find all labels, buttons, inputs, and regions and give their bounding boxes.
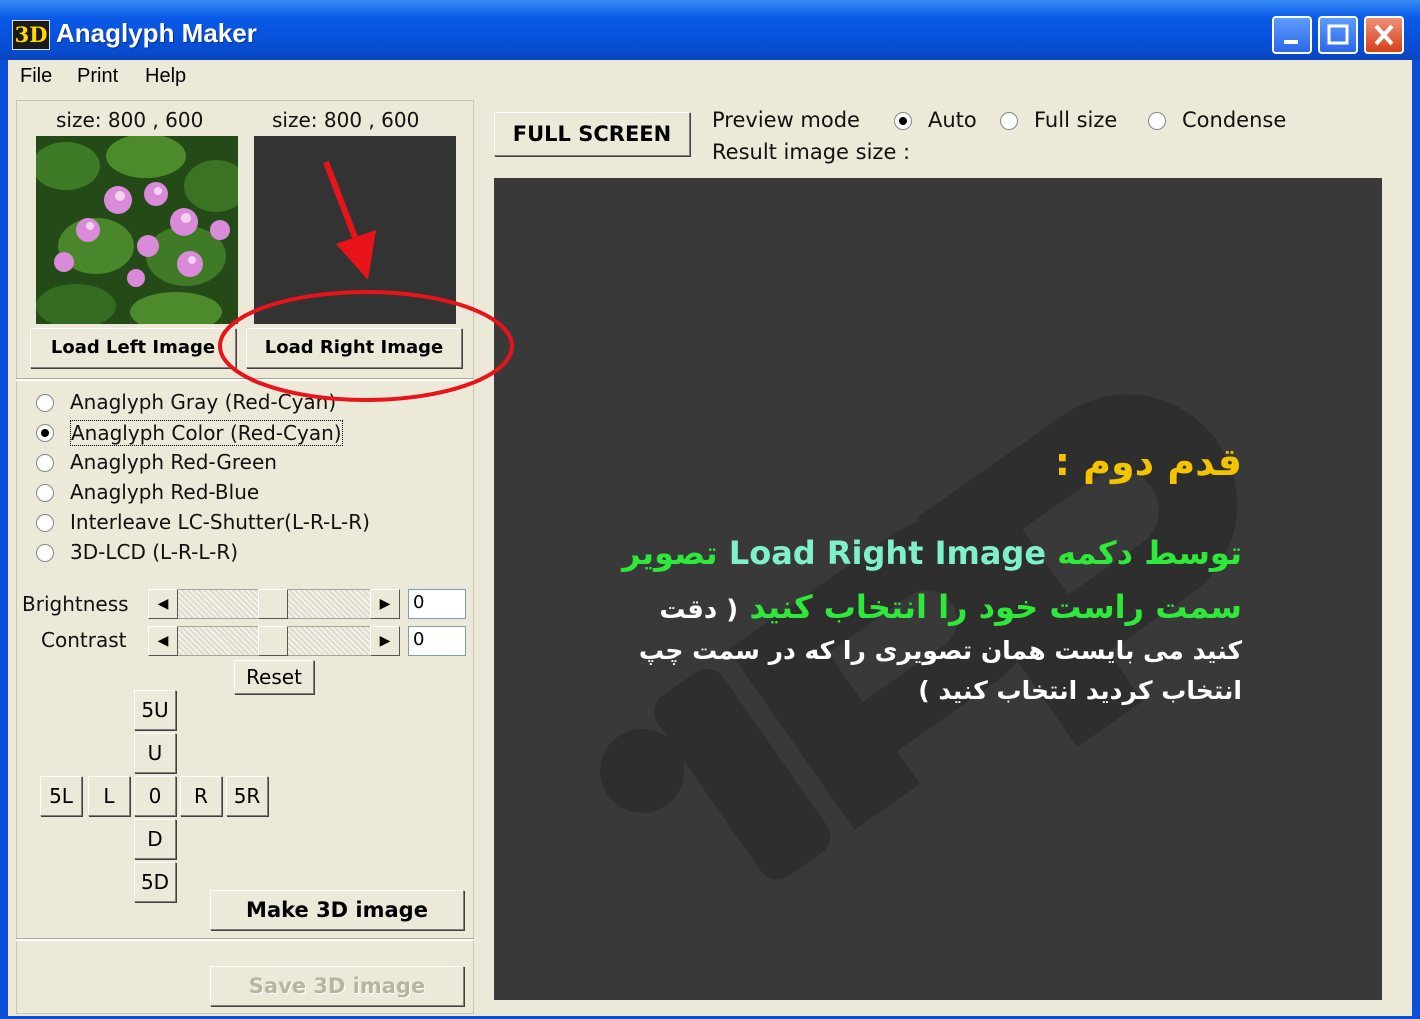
load-left-image-button[interactable]: Load Left Image: [30, 328, 236, 368]
close-icon: [1374, 24, 1394, 46]
menu-bar: File Print Help: [8, 60, 1412, 96]
client-area: File Print Help size: 800 , 600 size: 80…: [8, 60, 1412, 1016]
title-bar[interactable]: 3D Anaglyph Maker: [0, 0, 1420, 60]
contrast-slider-thumb[interactable]: [258, 626, 288, 656]
move-up-button[interactable]: U: [134, 733, 176, 773]
app-window: 3D Anaglyph Maker File Print Help size: …: [0, 0, 1420, 1019]
full-screen-button[interactable]: FULL SCREEN: [494, 112, 690, 156]
preview-mode-option: Auto: [928, 108, 977, 132]
brightness-value-field[interactable]: 0: [408, 589, 466, 619]
left-image-thumbnail: [36, 136, 238, 324]
instruction-text: ( دقت: [659, 595, 739, 625]
contrast-left-arrow-icon[interactable]: ◀: [148, 626, 178, 656]
move-left-button[interactable]: L: [88, 776, 130, 816]
move-right-button[interactable]: R: [180, 776, 222, 816]
brightness-right-arrow-icon[interactable]: ▶: [370, 589, 400, 619]
maximize-icon: [1327, 24, 1349, 45]
move-down-5-button[interactable]: 5D: [134, 862, 176, 902]
brightness-slider-thumb[interactable]: [258, 589, 288, 619]
move-right-5-button[interactable]: 5R: [226, 776, 268, 816]
mode-label: Anaglyph Red-Green: [70, 450, 277, 474]
mode-label: Interleave LC-Shutter(L-R-L-R): [70, 510, 370, 534]
menu-print[interactable]: Print: [77, 65, 118, 88]
instruction-text: سمت راست خود را انتخاب کنید: [749, 588, 1242, 626]
radio-icon[interactable]: [1000, 112, 1018, 130]
window-title: Anaglyph Maker: [56, 18, 257, 48]
step-title: قدم دوم :: [1054, 440, 1242, 484]
mode-label: 3D-LCD (L-R-L-R): [70, 540, 239, 564]
radio-icon[interactable]: [1148, 112, 1166, 130]
instruction-text: توسط دکمه: [1057, 534, 1242, 572]
flower-image-icon: [36, 136, 238, 324]
instruction-text: تصویر: [622, 534, 718, 572]
right-image-thumbnail: [254, 136, 456, 324]
instruction-button-name: Load Right Image: [728, 534, 1047, 572]
left-size-label: size: 800 , 600: [56, 108, 204, 132]
mode-label: Anaglyph Red-Blue: [70, 480, 260, 504]
reset-button[interactable]: Reset: [234, 660, 314, 694]
move-down-button[interactable]: D: [134, 819, 176, 859]
save-3d-image-button[interactable]: Save 3D image: [210, 966, 464, 1006]
maximize-button[interactable]: [1318, 16, 1358, 54]
contrast-value-field[interactable]: 0: [408, 626, 466, 656]
brightness-label: Brightness: [22, 592, 129, 616]
radio-icon[interactable]: [36, 514, 54, 532]
result-image-size-label: Result image size :: [712, 140, 911, 164]
right-size-label: size: 800 , 600: [272, 108, 420, 132]
menu-file[interactable]: File: [20, 65, 52, 88]
instruction-line-2: سمت راست خود را انتخاب کنید ( دقت: [659, 588, 1242, 626]
close-button[interactable]: [1364, 16, 1404, 54]
minimize-icon: [1284, 40, 1298, 44]
section-divider: [16, 938, 474, 941]
load-right-image-button[interactable]: Load Right Image: [246, 328, 462, 368]
menu-help[interactable]: Help: [145, 65, 186, 88]
app-3d-icon: 3D: [12, 20, 50, 50]
radio-icon[interactable]: [36, 484, 54, 502]
radio-icon[interactable]: [36, 544, 54, 562]
radio-checked-icon[interactable]: [36, 424, 54, 442]
contrast-label: Contrast: [41, 628, 127, 652]
minimize-button[interactable]: [1272, 16, 1312, 54]
mode-label: Anaglyph Gray (Red-Cyan): [70, 390, 337, 414]
instruction-line-1: توسط دکمه Load Right Image تصویر: [622, 534, 1242, 572]
radio-checked-icon[interactable]: [894, 112, 912, 130]
contrast-right-arrow-icon[interactable]: ▶: [370, 626, 400, 656]
preview-mode-option: Full size: [1034, 108, 1118, 132]
radio-icon[interactable]: [36, 394, 54, 412]
brightness-left-arrow-icon[interactable]: ◀: [148, 589, 178, 619]
move-left-5-button[interactable]: 5L: [40, 776, 82, 816]
preview-area: قدم دوم : توسط دکمه Load Right Image تصو…: [494, 178, 1382, 1000]
preview-mode-label: Preview mode: [712, 108, 860, 132]
move-center-button[interactable]: 0: [134, 776, 176, 816]
make-3d-image-button[interactable]: Make 3D image: [210, 890, 464, 930]
instruction-line-4: انتخاب کردید انتخاب کنید ): [918, 676, 1242, 705]
radio-icon[interactable]: [36, 454, 54, 472]
preview-mode-option: Condense: [1182, 108, 1287, 132]
instruction-line-3: کنید می بایست همان تصویری را که در سمت چ…: [638, 636, 1242, 665]
mode-label: Anaglyph Color (Red-Cyan): [70, 420, 343, 446]
move-up-5-button[interactable]: 5U: [134, 690, 176, 730]
section-divider: [16, 378, 474, 381]
